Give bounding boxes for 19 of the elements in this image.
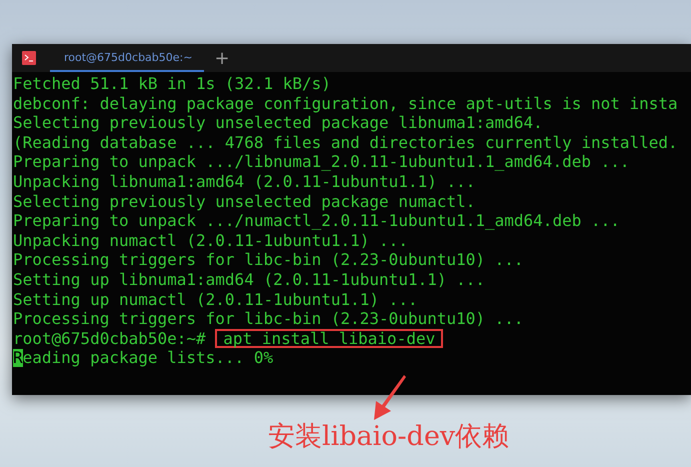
terminal-tab[interactable]: root@675d0cbab50e:~: [50, 44, 204, 72]
annotation-caption: 安装libaio-dev依赖: [268, 420, 510, 454]
shell-prompt: root@675d0cbab50e:~#: [13, 328, 206, 348]
output-line: Setting up libnuma1:amd64 (2.0.11-1ubuntu1.1) ...: [13, 270, 486, 289]
output-line: Setting up numactl (2.0.11-1ubuntu1.1) ...: [13, 290, 418, 309]
command-text: apt install libaio-dev: [215, 328, 444, 348]
output-line: Unpacking libnuma1:amd64 (2.0.11-1ubuntu1.1) ...: [13, 172, 476, 191]
output-line: Unpacking numactl (2.0.11-1ubuntu1.1) ...: [13, 230, 408, 250]
new-tab-button[interactable]: +: [214, 48, 230, 68]
output-line: debconf: delaying package configuration, since apt-utils is not insta: [13, 94, 678, 113]
output-line: Preparing to unpack .../numactl_2.0.11-1ubuntu1.1_amd64.deb ...: [13, 211, 620, 230]
output-line: Preparing to unpack .../libnuma1_2.0.11-1ubuntu1.1_amd64.deb ...: [13, 152, 630, 172]
output-line: (Reading database ... 4768 files and directories currently installed.: [13, 132, 678, 152]
terminal-icon: [22, 51, 36, 65]
output-line: Selecting previously unselected package numactl.: [13, 192, 476, 211]
output-line: Processing triggers for libc-bin (2.23-0ubuntu10) ...: [13, 309, 524, 328]
output-line: Processing triggers for libc-bin (2.23-0ubuntu10) ...: [13, 250, 524, 270]
output-line: Selecting previously unselected package libnuma1:amd64.: [13, 113, 543, 132]
output-line: Fetched 51.1 kB in 1s (32.1 kB/s): [13, 74, 331, 93]
